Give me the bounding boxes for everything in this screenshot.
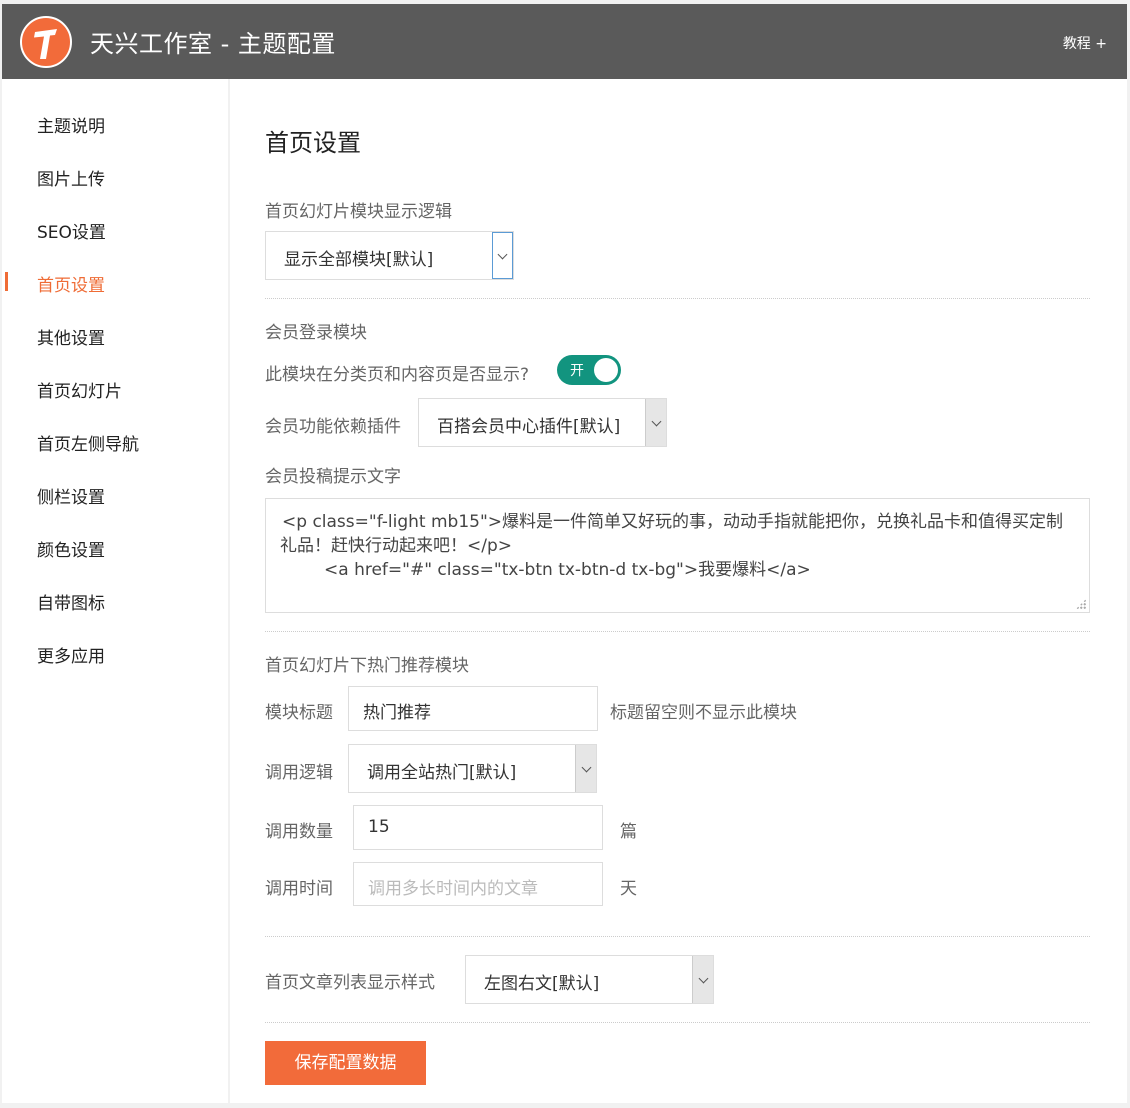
save-config-button[interactable]: 保存配置数据 [265,1041,426,1085]
hot-time-label: 调用时间 [265,879,333,899]
top-bar: 天兴工作室 - 主题配置 教程 + [2,4,1127,79]
hot-count-input[interactable]: 15 [353,805,603,850]
sidebar-item-left-nav[interactable]: 首页左侧导航 [37,430,139,455]
divider [265,298,1090,299]
sidebar: 主题说明 图片上传 SEO设置 首页设置 其他设置 首页幻灯片 首页左侧导航 侧… [2,79,228,1103]
hot-time-input[interactable]: 调用多长时间内的文章 [353,862,603,906]
divider [265,936,1090,937]
main-panel: 首页设置 首页幻灯片模块显示逻辑 显示全部模块[默认] 会员登录模块 此模块在分… [230,79,1127,1103]
sidebar-item-builtin-icons[interactable]: 自带图标 [37,589,105,614]
member-tip-textarea[interactable]: <p class="f-light mb15">爆料是一件简单又好玩的事，动动手… [265,498,1090,613]
member-tip-label: 会员投稿提示文字 [265,467,401,487]
hot-title-hint: 标题留空则不显示此模块 [610,703,797,723]
sidebar-item-sidebar-settings[interactable]: 侧栏设置 [37,483,105,508]
sidebar-item-home-slider[interactable]: 首页幻灯片 [37,377,122,402]
sidebar-item-image-upload[interactable]: 图片上传 [37,165,105,190]
hot-title-label: 模块标题 [265,703,333,723]
hot-title-input[interactable]: 热门推荐 [348,686,598,731]
tutorial-link[interactable]: 教程 + [1063,33,1107,53]
hot-count-unit: 篇 [620,822,637,842]
toggle-text: 开 [570,363,584,379]
list-style-value: 左图右文[默认] [484,974,600,994]
hot-logic-value: 调用全站热门[默认] [367,763,517,783]
hot-title-value: 热门推荐 [363,703,431,723]
chevron-down-icon [492,232,513,279]
member-show-label: 此模块在分类页和内容页是否显示? [265,365,530,385]
divider [265,631,1090,632]
slider-logic-value: 显示全部模块[默认] [284,250,434,270]
slider-logic-select[interactable]: 显示全部模块[默认] [265,231,514,280]
toggle-knob [594,358,618,382]
divider [265,1022,1090,1023]
sidebar-item-seo[interactable]: SEO设置 [37,218,106,243]
member-plugin-value: 百搭会员中心插件[默认] [437,417,621,437]
resize-handle-icon[interactable] [1076,599,1086,609]
sidebar-item-theme-intro[interactable]: 主题说明 [37,112,105,137]
member-section-title: 会员登录模块 [265,323,367,343]
hot-logic-select[interactable]: 调用全站热门[默认] [348,744,597,793]
list-style-select[interactable]: 左图右文[默认] [465,955,714,1004]
hot-section-title: 首页幻灯片下热门推荐模块 [265,656,469,676]
hot-time-unit: 天 [620,879,637,899]
hot-time-placeholder: 调用多长时间内的文章 [368,879,538,899]
logo-t-icon [34,29,57,59]
member-plugin-select[interactable]: 百搭会员中心插件[默认] [418,398,667,447]
sidebar-item-more-apps[interactable]: 更多应用 [37,642,105,667]
list-style-label: 首页文章列表显示样式 [265,973,435,993]
member-show-toggle[interactable]: 开 [557,355,621,385]
chevron-down-icon [692,956,713,1003]
sidebar-item-other-settings[interactable]: 其他设置 [37,324,105,349]
hot-count-value: 15 [368,817,390,837]
page-title: 首页设置 [265,129,361,157]
active-indicator [5,272,8,291]
textarea-line: 礼品！赶快行动起来吧！</p> [280,536,513,556]
hot-count-label: 调用数量 [265,822,333,842]
textarea-line: <p class="f-light mb15">爆料是一件简单又好玩的事，动动手… [282,512,1064,532]
sidebar-item-home-settings[interactable]: 首页设置 [37,271,105,296]
textarea-line: <a href="#" class="tx-btn tx-btn-d tx-bg… [324,560,811,580]
member-plugin-label: 会员功能依赖插件 [265,417,401,437]
hot-logic-label: 调用逻辑 [265,763,333,783]
sidebar-item-color-settings[interactable]: 颜色设置 [37,536,105,561]
logo [20,16,72,68]
chevron-down-icon [645,399,666,446]
app-title: 天兴工作室 - 主题配置 [90,30,336,58]
chevron-down-icon [575,745,596,792]
slider-logic-label: 首页幻灯片模块显示逻辑 [265,202,452,222]
